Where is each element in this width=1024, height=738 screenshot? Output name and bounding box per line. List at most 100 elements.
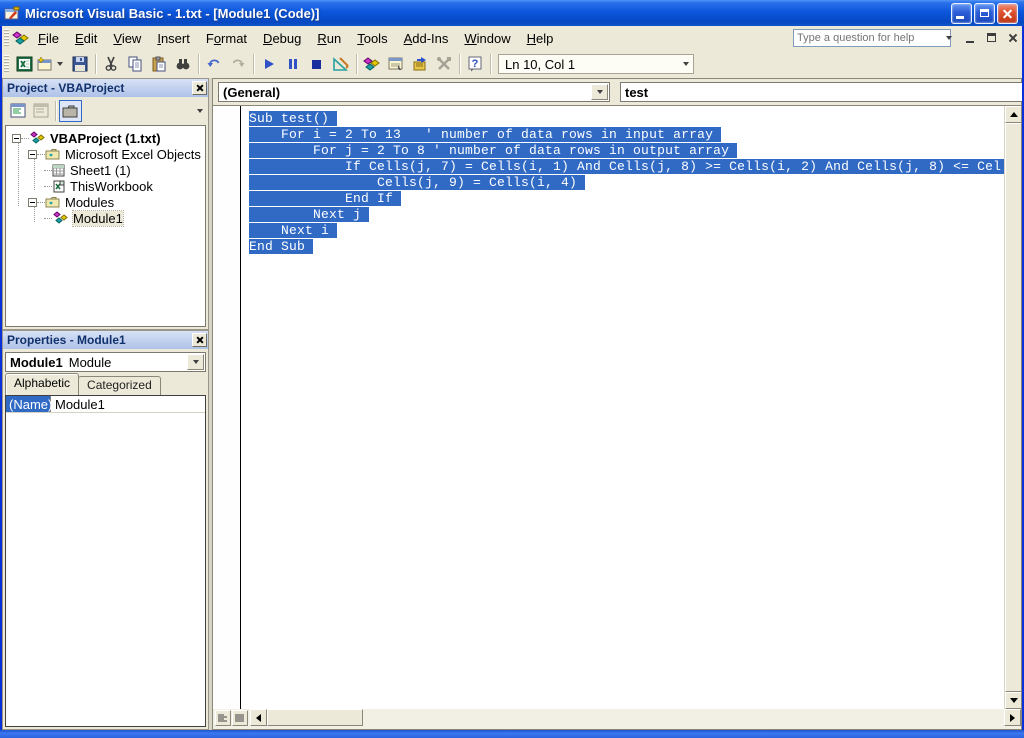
scroll-up-icon[interactable] [1005,106,1021,123]
undo-button[interactable] [202,52,226,76]
object-selector[interactable]: Module1 Module [5,352,206,372]
tab-alphabetic[interactable]: Alphabetic [5,373,79,395]
question-dropdown-icon[interactable] [946,36,952,40]
code-line[interactable]: Next j [249,207,1004,223]
insert-dropdown-icon[interactable] [57,62,63,66]
menu-help[interactable]: Help [519,28,562,49]
close-button[interactable] [997,3,1018,24]
toggle-folders-button[interactable] [59,100,82,122]
project-close-icon[interactable] [192,81,207,95]
view-code-button[interactable] [6,100,29,122]
project-explorer-button[interactable] [360,52,384,76]
full-module-view-button[interactable] [232,710,248,726]
code-line[interactable]: If Cells(j, 7) = Cells(i, 1) And Cells(j… [249,159,1004,175]
position-dropdown-icon[interactable] [683,62,689,66]
help-button[interactable]: ? [463,52,487,76]
tab-categorized[interactable]: Categorized [78,376,161,395]
property-row[interactable]: (Name) Module1 [6,396,205,413]
menu-insert[interactable]: Insert [149,28,198,49]
menubar-grip[interactable] [4,29,9,47]
margin-indicator-bar[interactable] [213,106,241,709]
object-browser-button[interactable] [408,52,432,76]
code-line[interactable]: Sub test() [249,111,1004,127]
object-dropdown-icon[interactable] [591,84,608,100]
redo-button[interactable] [226,52,250,76]
break-button[interactable] [281,52,305,76]
properties-panel-header[interactable]: Properties - Module1 [3,331,208,349]
properties-window-button[interactable] [384,52,408,76]
restore-button[interactable] [974,3,995,24]
view-object-button[interactable] [29,100,52,122]
object-dropdown-value: (General) [223,85,280,100]
tree-item-vbaproject[interactable]: VBAProject (1.txt) [6,130,205,146]
tree-item-sheet1[interactable]: Sheet1 (1) [6,162,205,178]
view-excel-button[interactable] [12,52,36,76]
mdi-restore-button[interactable] [984,31,1001,46]
menu-addins[interactable]: Add-Ins [396,28,457,49]
horizontal-scrollbar[interactable] [250,709,1021,727]
question-help-box[interactable] [793,29,951,47]
paste-button[interactable] [147,52,171,76]
property-key: (Name) [6,396,51,412]
insert-module-button[interactable] [36,52,68,76]
code-line[interactable]: Next i [249,223,1004,239]
svg-text:?: ? [472,58,479,70]
toolbar-grip[interactable] [4,55,9,73]
menu-window[interactable]: Window [456,28,518,49]
object-selector-dropdown-icon[interactable] [187,354,204,370]
vertical-scrollbar[interactable] [1004,106,1021,709]
collapse-icon[interactable] [28,198,37,207]
insert-module-icon [37,56,53,72]
reset-button[interactable] [305,52,329,76]
menu-tools[interactable]: Tools [349,28,395,49]
mdi-child-icon[interactable] [12,30,30,46]
tree-item-excel-objects[interactable]: Microsoft Excel Objects [6,146,205,162]
cut-button[interactable] [99,52,123,76]
project-panel-header[interactable]: Project - VBAProject [3,79,208,97]
menu-file[interactable]: File [30,28,67,49]
mdi-close-button[interactable] [1005,31,1022,46]
scroll-right-icon[interactable] [1004,709,1021,726]
vertical-scrollbar-thumb[interactable] [1005,123,1021,692]
horizontal-scrollbar-thumb[interactable] [267,709,363,726]
project-tree: VBAProject (1.txt) Microsoft Excel Objec… [5,125,206,327]
run-button[interactable] [257,52,281,76]
code-line[interactable]: For i = 2 To 13 ' number of data rows in… [249,127,1004,143]
menu-debug[interactable]: Debug [255,28,309,49]
menu-run[interactable]: Run [309,28,349,49]
scroll-down-icon[interactable] [1005,692,1021,709]
design-mode-button[interactable] [329,52,353,76]
code-line[interactable]: End If [249,191,1004,207]
cursor-position-box[interactable]: Ln 10, Col 1 [498,54,694,74]
code-line[interactable]: For j = 2 To 8 ' number of data rows in … [249,143,1004,159]
tree-item-modules[interactable]: Modules [6,194,205,210]
collapse-icon[interactable] [28,150,37,159]
copy-button[interactable] [123,52,147,76]
tree-item-module1[interactable]: Module1 [6,210,205,226]
scroll-left-icon[interactable] [250,709,267,726]
save-button[interactable] [68,52,92,76]
code-line[interactable]: End Sub [249,239,1004,255]
project-panel-title: Project - VBAProject [7,81,192,95]
run-icon [261,56,277,72]
procedure-view-button[interactable] [215,710,231,726]
title-bar[interactable]: Microsoft Visual Basic - 1.txt - [Module… [0,0,1024,26]
find-button[interactable] [171,52,195,76]
mdi-minimize-button[interactable] [963,31,980,46]
minimize-button[interactable] [951,3,972,24]
collapse-icon[interactable] [12,134,21,143]
code-text[interactable]: Sub test() For i = 2 To 13 ' number of d… [242,106,1004,709]
procedure-dropdown[interactable]: test [620,82,1024,102]
menu-view[interactable]: View [105,28,149,49]
code-line[interactable]: Cells(j, 9) = Cells(i, 4) [249,175,1004,191]
properties-close-icon[interactable] [192,333,207,347]
code-editor[interactable]: Sub test() For i = 2 To 13 ' number of d… [213,105,1021,709]
toolbox-button[interactable] [432,52,456,76]
property-value[interactable]: Module1 [51,396,105,412]
project-toolbar-overflow-icon[interactable] [197,109,203,113]
tree-item-thisworkbook[interactable]: ThisWorkbook [6,178,205,194]
question-help-input[interactable] [794,32,942,44]
menu-edit[interactable]: Edit [67,28,105,49]
object-dropdown[interactable]: (General) [218,82,610,102]
menu-format[interactable]: Format [198,28,255,49]
